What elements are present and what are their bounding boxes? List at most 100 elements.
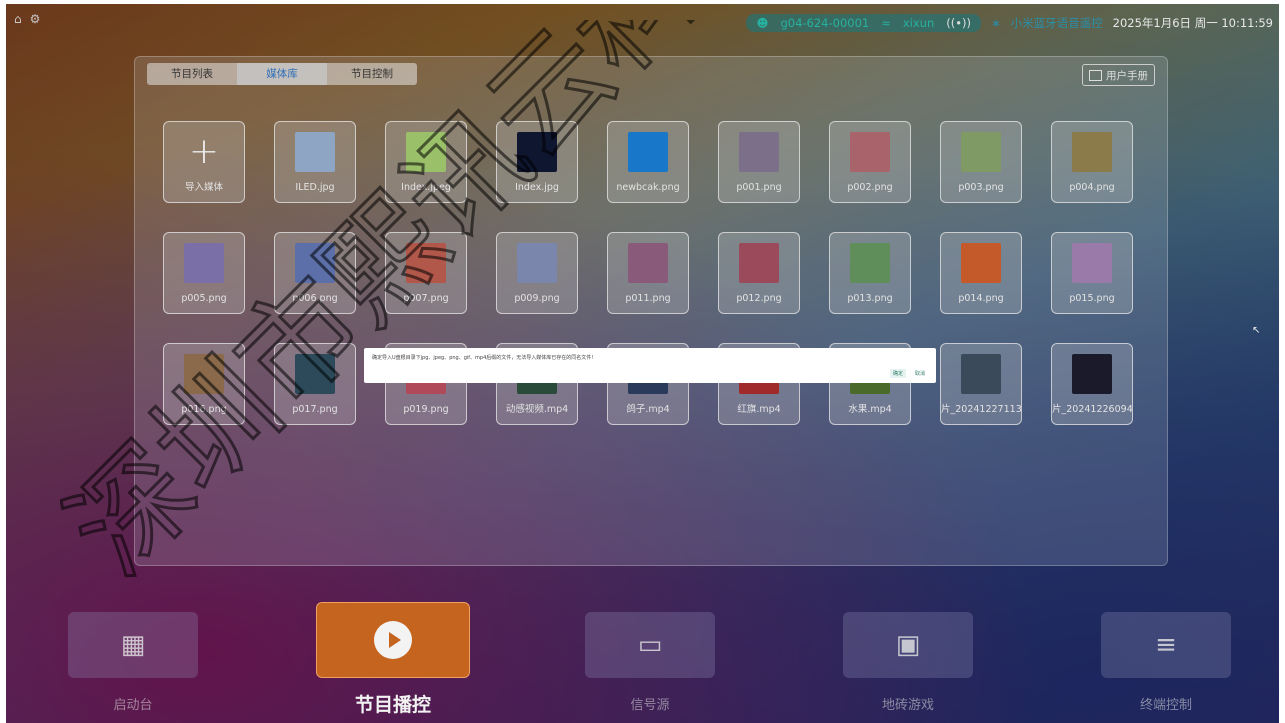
- media-filename: 鸽子.mp4: [626, 404, 670, 415]
- dialog-message: 确定导入U盘根目录下jpg、jpeg、png、gif、mp4后缀的文件，无法导入…: [372, 355, 594, 361]
- mouse-cursor-icon: ↖: [1252, 325, 1261, 336]
- media-tile[interactable]: p005.png: [163, 232, 245, 314]
- media-library-panel: 节目列表 媒体库 节目控制 用户手册 + 导入媒体 ILED.jpg Index.jp…: [134, 56, 1168, 566]
- import-media-button[interactable]: + 导入媒体: [163, 121, 245, 203]
- user-icon: ☻: [756, 16, 769, 30]
- media-tile[interactable]: p016.png: [163, 343, 245, 425]
- media-thumbnail: [184, 354, 224, 394]
- media-tile[interactable]: p006.png: [274, 232, 356, 314]
- confirm-button[interactable]: 确定: [889, 369, 906, 378]
- media-filename: p016.png: [181, 404, 227, 415]
- tab-1[interactable]: 媒体库: [237, 63, 327, 85]
- media-thumbnail: [517, 243, 557, 283]
- media-tile[interactable]: p015.png: [1051, 232, 1133, 314]
- media-filename: newbcak.png: [616, 182, 680, 193]
- dock-item-4[interactable]: ≡: [1101, 612, 1231, 678]
- tab-bar: 节目列表 媒体库 节目控制: [147, 63, 417, 85]
- media-tile[interactable]: p011.png: [607, 232, 689, 314]
- media-filename: p001.png: [736, 182, 782, 193]
- dock-item-0[interactable]: ▦: [68, 612, 198, 678]
- media-filename: p019.png: [403, 404, 449, 415]
- manual-icon: [1089, 69, 1102, 81]
- media-tile[interactable]: p014.png: [940, 232, 1022, 314]
- media-tile[interactable]: 片_20241227113: [940, 343, 1022, 425]
- bluetooth-icon: ∗: [991, 16, 1001, 30]
- media-tile[interactable]: Index.jpg: [496, 121, 578, 203]
- media-thumbnail: [850, 243, 890, 283]
- top-edge: [6, 0, 1279, 4]
- wifi-icon: ≈: [881, 16, 891, 30]
- dock-label-0: 启动台: [113, 698, 153, 713]
- sliders-icon: ≡: [1155, 630, 1177, 660]
- media-filename: p003.png: [958, 182, 1004, 193]
- media-filename: Index.jpeg: [401, 182, 451, 193]
- media-filename: p005.png: [181, 293, 227, 304]
- media-thumbnail: [295, 354, 335, 394]
- media-tile[interactable]: p007.png: [385, 232, 467, 314]
- media-thumbnail: [1072, 132, 1112, 172]
- media-thumbnail: [1072, 354, 1112, 394]
- device-id: g04-624-00001: [780, 16, 870, 30]
- media-filename: p009.png: [514, 293, 560, 304]
- media-tile[interactable]: ILED.jpg: [274, 121, 356, 203]
- dock-item-3[interactable]: ▣: [843, 612, 973, 678]
- dock-item-2[interactable]: ▭: [585, 612, 715, 678]
- dock-item-1[interactable]: [316, 602, 470, 678]
- right-edge: [1279, 0, 1285, 723]
- media-filename: p012.png: [736, 293, 782, 304]
- media-tile[interactable]: p004.png: [1051, 121, 1133, 203]
- user-manual-button[interactable]: 用户手册: [1082, 64, 1155, 86]
- media-tile[interactable]: Index.jpeg: [385, 121, 467, 203]
- media-filename: ILED.jpg: [295, 182, 335, 193]
- media-thumbnail: [961, 354, 1001, 394]
- signal-icon: ((•)): [946, 16, 971, 30]
- media-thumbnail: [961, 243, 1001, 283]
- corner-icons: ⌂ ⚙: [14, 12, 40, 26]
- media-filename: 红旗.mp4: [737, 404, 781, 415]
- play-icon: [374, 621, 412, 659]
- media-tile[interactable]: p017.png: [274, 343, 356, 425]
- import-media-label: 导入媒体: [184, 182, 223, 193]
- media-tile[interactable]: p013.png: [829, 232, 911, 314]
- media-tile[interactable]: p003.png: [940, 121, 1022, 203]
- media-filename: p002.png: [847, 182, 893, 193]
- media-thumbnail: [628, 243, 668, 283]
- media-thumbnail: [628, 132, 668, 172]
- media-thumbnail: [406, 132, 446, 172]
- dock-label-4: 终端控制: [1139, 698, 1192, 713]
- media-tile[interactable]: p002.png: [829, 121, 911, 203]
- media-tile[interactable]: p012.png: [718, 232, 800, 314]
- media-thumbnail: [406, 243, 446, 283]
- media-tile[interactable]: p009.png: [496, 232, 578, 314]
- cancel-button[interactable]: 取消: [912, 369, 928, 378]
- media-thumbnail: [184, 243, 224, 283]
- tab-2[interactable]: 节目控制: [327, 63, 417, 85]
- media-filename: p004.png: [1069, 182, 1115, 193]
- settings-icon[interactable]: ⚙: [30, 12, 41, 26]
- wifi-name: xixun: [902, 16, 935, 30]
- tab-0[interactable]: 节目列表: [147, 63, 237, 85]
- media-tile[interactable]: p001.png: [718, 121, 800, 203]
- dock-label-2: 信号源: [630, 698, 670, 713]
- dock-label-3: 地砖游戏: [881, 698, 934, 713]
- status-bar: ☻ g04-624-00001 ≈ xixun ((•)) ∗ 小米蓝牙语音遥控…: [746, 14, 1273, 32]
- home-icon[interactable]: ⌂: [14, 12, 22, 26]
- media-filename: 片_20241227113: [941, 404, 1021, 415]
- media-filename: p015.png: [1069, 293, 1115, 304]
- media-tile[interactable]: 片_202412260946: [1051, 343, 1133, 425]
- media-filename: p017.png: [292, 404, 338, 415]
- connection-pill: ☻ g04-624-00001 ≈ xixun ((•)): [746, 14, 981, 32]
- plus-icon: +: [188, 131, 220, 172]
- media-filename: p014.png: [958, 293, 1004, 304]
- left-edge: [0, 0, 6, 723]
- media-thumbnail: [295, 243, 335, 283]
- hdmi-icon: ▭: [637, 630, 663, 660]
- media-thumbnail: [850, 132, 890, 172]
- media-filename: p011.png: [625, 293, 671, 304]
- media-filename: p013.png: [847, 293, 893, 304]
- media-tile[interactable]: newbcak.png: [607, 121, 689, 203]
- bluetooth-device: 小米蓝牙语音遥控: [1010, 16, 1103, 30]
- media-thumbnail: [517, 132, 557, 172]
- media-thumbnail: [739, 132, 779, 172]
- media-thumbnail: [961, 132, 1001, 172]
